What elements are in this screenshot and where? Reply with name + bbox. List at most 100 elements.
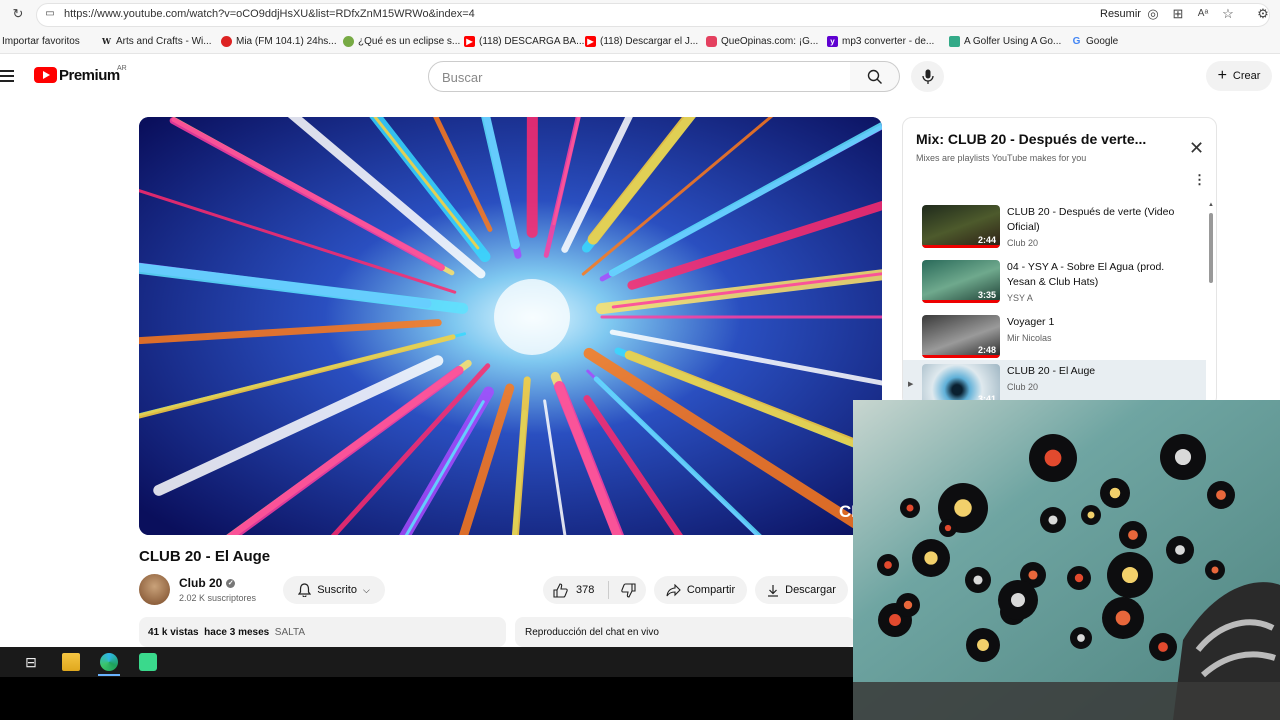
favorite-item[interactable]: ▶ (118) DESCARGA BA...	[464, 36, 584, 47]
favorite-item[interactable]: W Arts and Crafts - Wi...	[101, 36, 212, 47]
translate-icon[interactable]: ◎	[1146, 7, 1160, 21]
thumbnail: 2:44	[922, 205, 1000, 248]
plus-icon: +	[1217, 67, 1227, 84]
menu-icon[interactable]	[0, 70, 14, 85]
video-title: CLUB 20 - El Auge	[139, 548, 271, 565]
playlist-subtitle: Mixes are playlists YouTube makes for yo…	[916, 153, 1087, 163]
location-tag: SALTA	[274, 627, 305, 638]
youtube-icon: ▶	[585, 36, 596, 47]
favorites-bar: Importar favoritos W Arts and Crafts - Wi…	[0, 30, 1280, 54]
now-playing-icon: ▶	[908, 381, 914, 388]
document-icon	[949, 36, 960, 47]
yahoo-icon: y	[827, 36, 838, 47]
item-title: Voyager 1	[1007, 316, 1055, 328]
item-channel: Club 20	[1007, 238, 1039, 248]
summarize-button[interactable]: Resumir	[1100, 8, 1141, 20]
search-placeholder: Buscar	[442, 70, 483, 85]
download-icon	[768, 584, 779, 597]
share-button[interactable]: Compartir	[654, 576, 747, 604]
thumbnail: 2:48	[922, 315, 1000, 358]
subscribed-button[interactable]: Suscrito ⌵	[283, 576, 385, 604]
search-icon	[867, 69, 882, 84]
more-options-icon[interactable]: ⋮	[1193, 172, 1206, 188]
url-field[interactable]: https://www.youtube.com/watch?v=oCO9ddjH…	[64, 8, 475, 20]
site-info-icon[interactable]: ▭	[43, 7, 57, 21]
video-player[interactable]: CLU	[139, 117, 882, 535]
item-title: 04 - YSY A - Sobre El Agua (prod. Yesan …	[1007, 261, 1165, 288]
channel-name[interactable]: Club 20 ✓	[179, 576, 236, 590]
upload-age: hace 3 meses	[204, 627, 270, 638]
favorite-item[interactable]: Importar favoritos	[2, 36, 80, 47]
item-channel: Club 20	[1007, 382, 1039, 392]
item-title: CLUB 20 - Después de verte (Video Oficia…	[1007, 206, 1175, 233]
thumbnail: 3:35	[922, 260, 1000, 303]
globe-icon	[343, 36, 354, 47]
favorite-item[interactable]: ▶ (118) Descargar el J...	[585, 36, 698, 47]
playlist-item[interactable]: 2:44 CLUB 20 - Después de verte (Video O…	[903, 202, 1206, 254]
create-button[interactable]: + Crear	[1206, 61, 1272, 91]
playlist-title[interactable]: Mix: CLUB 20 - Después de verte...	[916, 131, 1146, 147]
wikipedia-icon: W	[102, 36, 111, 46]
playlist-panel: Mix: CLUB 20 - Después de verte... Mixes…	[902, 117, 1217, 407]
watched-progress-bar	[922, 300, 1000, 303]
youtube-header: Premium AR Buscar + Crear	[0, 54, 1280, 98]
dislike-icon[interactable]	[621, 582, 636, 598]
favorite-item[interactable]: ¿Qué es un eclipse s...	[343, 36, 460, 47]
download-button[interactable]: Descargar	[755, 576, 848, 604]
chevron-down-icon: ⌵	[362, 584, 370, 595]
verified-icon: ✓	[226, 578, 236, 588]
edge-browser-icon[interactable]	[100, 653, 118, 671]
youtube-premium-wordmark[interactable]: Premium	[59, 67, 120, 84]
like-dislike-group: 378	[543, 576, 646, 604]
item-title: CLUB 20 - El Auge	[1007, 365, 1096, 377]
favorite-item[interactable]: Mia (FM 104.1) 24hs...	[221, 36, 337, 47]
reload-icon[interactable]: ↻	[11, 7, 25, 21]
item-channel: Mir Nicolas	[1007, 333, 1052, 343]
voice-search-button[interactable]	[911, 61, 944, 92]
divider	[608, 581, 610, 599]
create-label: Crear	[1232, 70, 1261, 82]
black-area	[0, 677, 855, 720]
region-code: AR	[117, 65, 127, 72]
webcam-feed-vinyl-wall	[853, 400, 1280, 720]
webcam-overlay	[853, 400, 1280, 720]
google-icon: G	[1072, 36, 1081, 47]
microphone-icon	[922, 69, 934, 84]
file-explorer-icon[interactable]	[62, 653, 80, 671]
task-view-icon[interactable]: ⊟	[22, 653, 40, 671]
duration-badge: 3:35	[977, 290, 996, 300]
close-icon[interactable]: ✕	[1189, 138, 1204, 159]
read-aloud-icon[interactable]: Aᵃ	[1196, 7, 1210, 21]
search-button[interactable]	[850, 61, 900, 92]
channel-avatar[interactable]	[139, 574, 170, 605]
favorite-item[interactable]: y mp3 converter - de...	[827, 36, 934, 47]
windows-taskbar: ⊟	[0, 647, 855, 677]
like-count: 378	[576, 584, 595, 596]
bell-icon	[298, 583, 312, 597]
subscriber-count: 2.02 K suscriptores	[179, 593, 257, 603]
playlist-scrollbar-thumb[interactable]	[1209, 213, 1213, 283]
youtube-logo-icon[interactable]	[34, 67, 57, 83]
favorite-item[interactable]: A Golfer Using A Go...	[949, 36, 1061, 47]
description-box[interactable]: 41 k vistas hace 3 meses SALTA	[139, 617, 506, 647]
favorite-item[interactable]: QueOpinas.com: ¡G...	[706, 36, 818, 47]
like-icon[interactable]	[553, 582, 568, 598]
browser-address-bar: ↻ ▭ https://www.youtube.com/watch?v=oCO9…	[0, 0, 1280, 30]
playlist-item[interactable]: 2:48 Voyager 1 Mir Nicolas	[903, 312, 1206, 364]
capture-app-icon[interactable]	[139, 653, 157, 671]
share-icon	[666, 583, 681, 596]
item-channel: YSY A	[1007, 293, 1033, 303]
instagram-icon	[706, 36, 717, 47]
radio-icon	[221, 36, 232, 47]
search-input[interactable]: Buscar	[428, 61, 851, 92]
watched-progress-bar	[922, 245, 1000, 248]
duration-badge: 2:48	[977, 345, 996, 355]
extensions-icon[interactable]: ⚙	[1256, 7, 1270, 21]
grid-icon[interactable]: ⊞	[1171, 7, 1185, 21]
favorite-star-icon[interactable]: ☆	[1221, 7, 1235, 21]
youtube-icon: ▶	[464, 36, 475, 47]
scroll-up-icon[interactable]: ▲	[1208, 202, 1214, 208]
playlist-item[interactable]: 3:35 04 - YSY A - Sobre El Agua (prod. Y…	[903, 257, 1206, 309]
favorite-item[interactable]: G Google	[1071, 36, 1119, 47]
chat-replay-box[interactable]: Reproducción del chat en vivo	[515, 617, 855, 647]
